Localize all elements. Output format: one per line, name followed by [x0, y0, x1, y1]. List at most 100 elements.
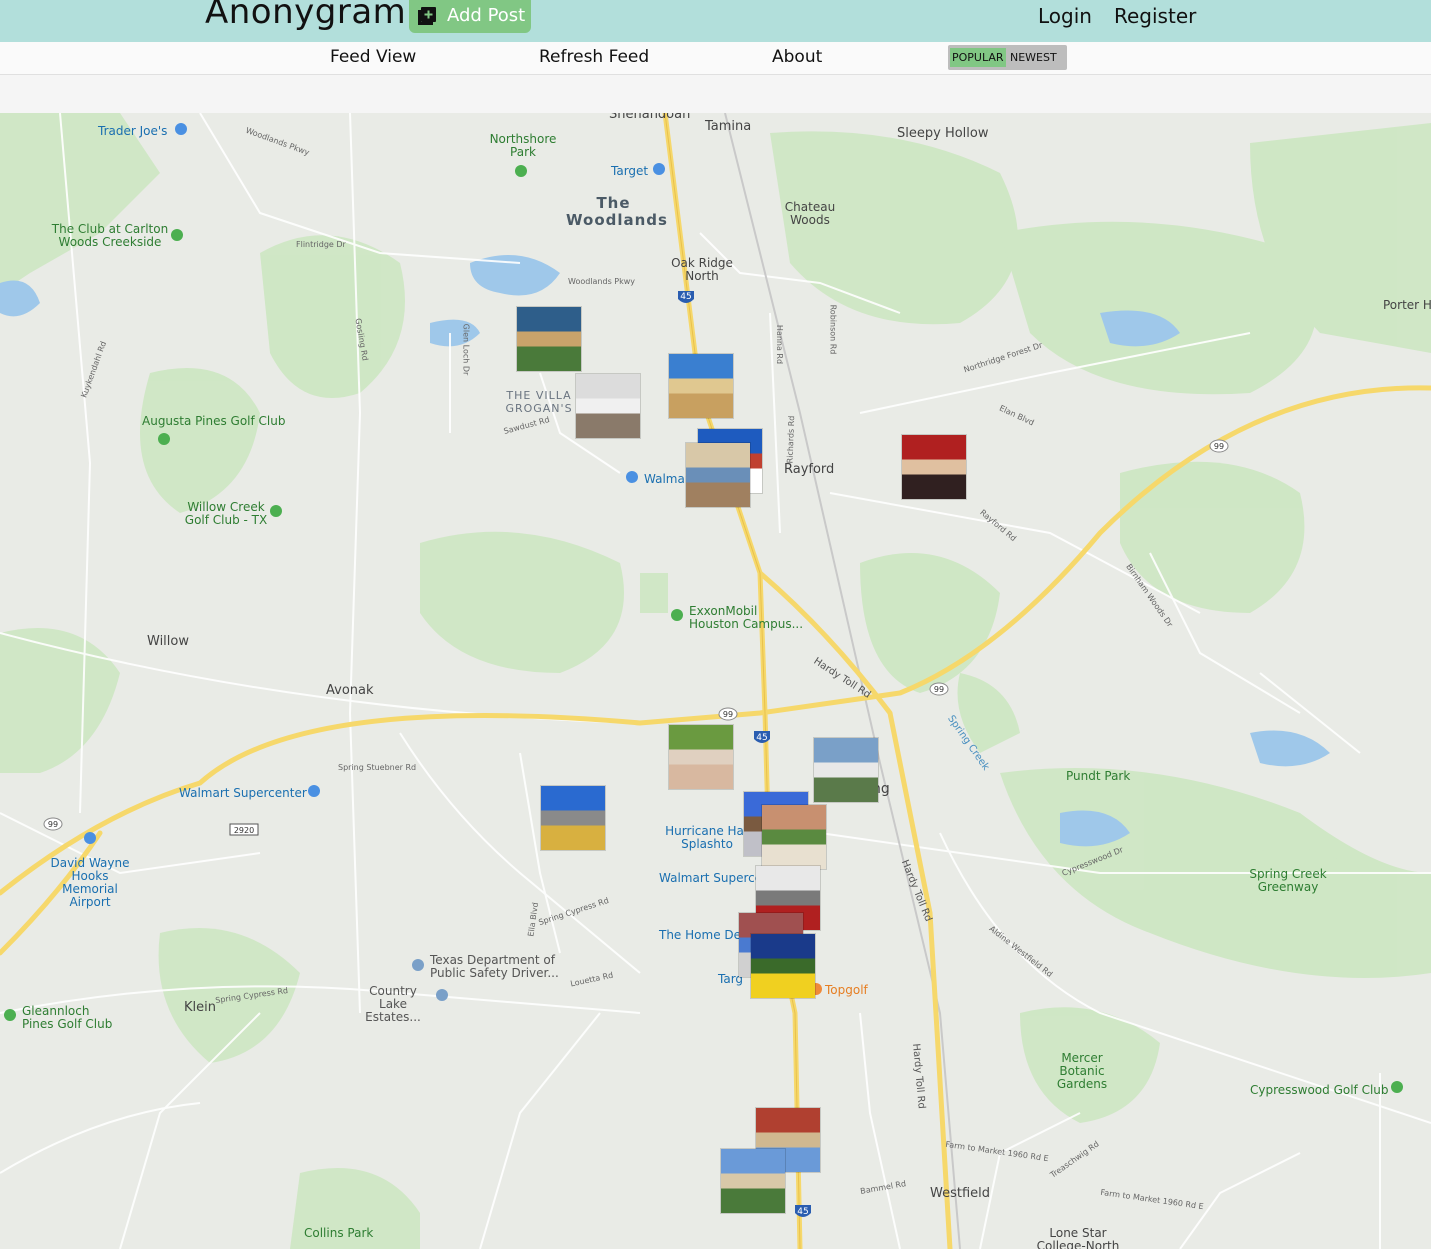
golf-pin-icon[interactable] [171, 229, 183, 241]
golf-pin-icon[interactable] [1391, 1081, 1403, 1093]
golf-pin-icon[interactable] [4, 1009, 16, 1021]
store-pin-icon[interactable] [308, 785, 320, 797]
map-label-country-lake[interactable]: Country Lake Estates... [355, 985, 431, 1024]
road-label-glen-loch: Glen Loch Dr [461, 323, 471, 376]
map-label-exxonmobil[interactable]: ExxonMobil Houston Campus... [689, 605, 807, 631]
i45-shield-bottom: 45 [795, 1205, 811, 1217]
map-label-tamina: Tamina [705, 119, 752, 134]
svg-text:99: 99 [48, 820, 58, 829]
post-inn-building[interactable] [686, 443, 750, 507]
svg-text:99: 99 [1214, 442, 1224, 451]
map-view[interactable]: 45 45 45 99 99 99 99 2920 Shenandoah Tam… [0, 113, 1431, 1249]
nav-refresh-feed[interactable]: Refresh Feed [539, 47, 649, 67]
svg-text:45: 45 [680, 292, 691, 302]
map-label-oak-ridge-north: Oak Ridge North [671, 256, 733, 283]
map-label-home-depot[interactable]: The Home De [659, 929, 741, 942]
map-label-shenandoah: Shenandoah [609, 113, 691, 122]
post-bulldog-puppy[interactable] [669, 725, 733, 789]
store-pin-icon[interactable] [175, 123, 187, 135]
map-label-club-carlton[interactable]: The Club at Carlton Woods Creekside [46, 223, 174, 249]
park-pin-icon[interactable] [515, 165, 527, 177]
map-label-augusta[interactable]: Augusta Pines Golf Club [142, 415, 285, 428]
svg-text:99: 99 [723, 710, 733, 719]
map-canvas: 45 45 45 99 99 99 99 2920 [0, 113, 1431, 1249]
map-label-target-top[interactable]: Target [611, 165, 648, 178]
post-apartment-lake[interactable] [517, 307, 581, 371]
map-label-walmart-super-left[interactable]: Walmart Supercenter [179, 787, 307, 800]
nav-bar: Feed View Refresh Feed About [0, 42, 1431, 75]
map-label-avonak: Avonak [326, 683, 374, 698]
spacer-band [0, 75, 1431, 113]
map-label-villa-grogans: THE VILLA GROGAN'S [505, 389, 573, 415]
brand-logo[interactable]: Anonygram [205, 0, 406, 32]
road-label-hanna: Hanna Rd [775, 324, 785, 365]
golf-pin-icon[interactable] [270, 505, 282, 517]
map-label-txdps[interactable]: Texas Department of Public Safety Driver… [430, 954, 560, 980]
sort-newest-option[interactable]: NEWEST [1010, 48, 1057, 67]
store-pin-icon[interactable] [626, 471, 638, 483]
post-restaurant-people[interactable] [902, 435, 966, 499]
map-label-willow: Willow [147, 634, 189, 649]
post-best-buy[interactable] [751, 934, 815, 998]
r99-shield-3: 99 [718, 707, 738, 721]
post-strip-mall[interactable] [541, 786, 605, 850]
map-label-collins-park[interactable]: Collins Park [304, 1227, 373, 1240]
map-label-cypresswood-golf[interactable]: Cypresswood Golf Club [1250, 1084, 1389, 1097]
sort-popular-option[interactable]: POPULAR [950, 48, 1006, 67]
map-label-walmart-top[interactable]: Walmar [644, 473, 690, 486]
airport-pin-icon[interactable] [84, 832, 96, 844]
post-hotel-tower[interactable] [669, 354, 733, 418]
road-label-flintridge: Flintridge Dr [296, 240, 346, 249]
svg-text:45: 45 [797, 1207, 808, 1217]
nav-feed-view[interactable]: Feed View [330, 47, 416, 67]
i45-shield-top: 45 [678, 291, 694, 303]
golf-pin-icon[interactable] [158, 433, 170, 445]
map-label-gleannloch[interactable]: Gleannloch Pines Golf Club [22, 1005, 122, 1031]
road-label-spring-stuebner: Spring Stuebner Rd [338, 763, 417, 772]
map-label-mercer[interactable]: Mercer Botanic Gardens [1054, 1052, 1110, 1091]
svg-text:2920: 2920 [234, 826, 254, 835]
road-label-richards: Richards Rd [785, 415, 797, 464]
r99-shield-2: 99 [929, 682, 949, 696]
map-label-westfield: Westfield [930, 1186, 991, 1201]
svg-text:45: 45 [756, 733, 767, 743]
government-pin-icon[interactable] [412, 959, 424, 971]
svg-text:99: 99 [934, 685, 944, 694]
map-label-northshore-park[interactable]: Northshore Park [488, 133, 558, 159]
r99-shield-4: 99 [43, 817, 63, 831]
post-hotel-entrance[interactable] [762, 805, 826, 869]
road-label-woodlands-pkwy-2: Woodlands Pkwy [568, 277, 636, 286]
map-label-pundt-park[interactable]: Pundt Park [1066, 770, 1130, 783]
register-link[interactable]: Register [1114, 4, 1196, 28]
map-label-the-woodlands: The Woodlands [566, 194, 668, 229]
map-label-sleepy-hollow: Sleepy Hollow [897, 126, 989, 141]
store-pin-icon[interactable] [653, 163, 665, 175]
map-label-lone-star: Lone Star College-North [1036, 1226, 1120, 1249]
road-label-robinson: Robinson Rd [828, 304, 838, 355]
map-label-david-wayne-airport[interactable]: David Wayne Hooks Memorial Airport [46, 857, 134, 909]
map-label-walmart-super-mid[interactable]: Walmart Superce [659, 872, 762, 885]
top-bar: Anonygram Add Post Login Register [0, 0, 1431, 42]
map-label-spring-creek-greenway[interactable]: Spring Creek Greenway [1246, 868, 1330, 894]
map-label-topgolf[interactable]: Topgolf [825, 984, 868, 997]
sort-toggle[interactable]: POPULAR NEWEST [948, 45, 1067, 70]
map-label-porter: Porter H [1383, 298, 1431, 312]
login-link[interactable]: Login [1038, 4, 1092, 28]
nav-about[interactable]: About [772, 47, 822, 67]
map-label-rayford: Rayford [784, 462, 835, 477]
r99-shield-1: 99 [1209, 439, 1229, 453]
map-label-klein: Klein [184, 1000, 216, 1015]
map-label-willow-creek[interactable]: Willow Creek Golf Club - TX [176, 501, 276, 527]
map-label-hurricane-harbor[interactable]: Hurricane Har Splashto [665, 825, 749, 851]
map-label-trader-joes[interactable]: Trader Joe's [98, 125, 167, 138]
add-box-icon [418, 7, 436, 25]
post-empty-room[interactable] [576, 374, 640, 438]
r2920-shield: 2920 [229, 823, 259, 836]
post-palm-hotel[interactable] [721, 1149, 785, 1213]
place-pin-icon[interactable] [436, 989, 448, 1001]
place-pin-icon[interactable] [671, 609, 683, 621]
add-post-button[interactable]: Add Post [409, 0, 531, 33]
post-house-tree[interactable] [814, 738, 878, 802]
i45-shield-mid: 45 [754, 731, 770, 743]
map-label-chateau-woods: Chateau Woods [784, 200, 836, 227]
